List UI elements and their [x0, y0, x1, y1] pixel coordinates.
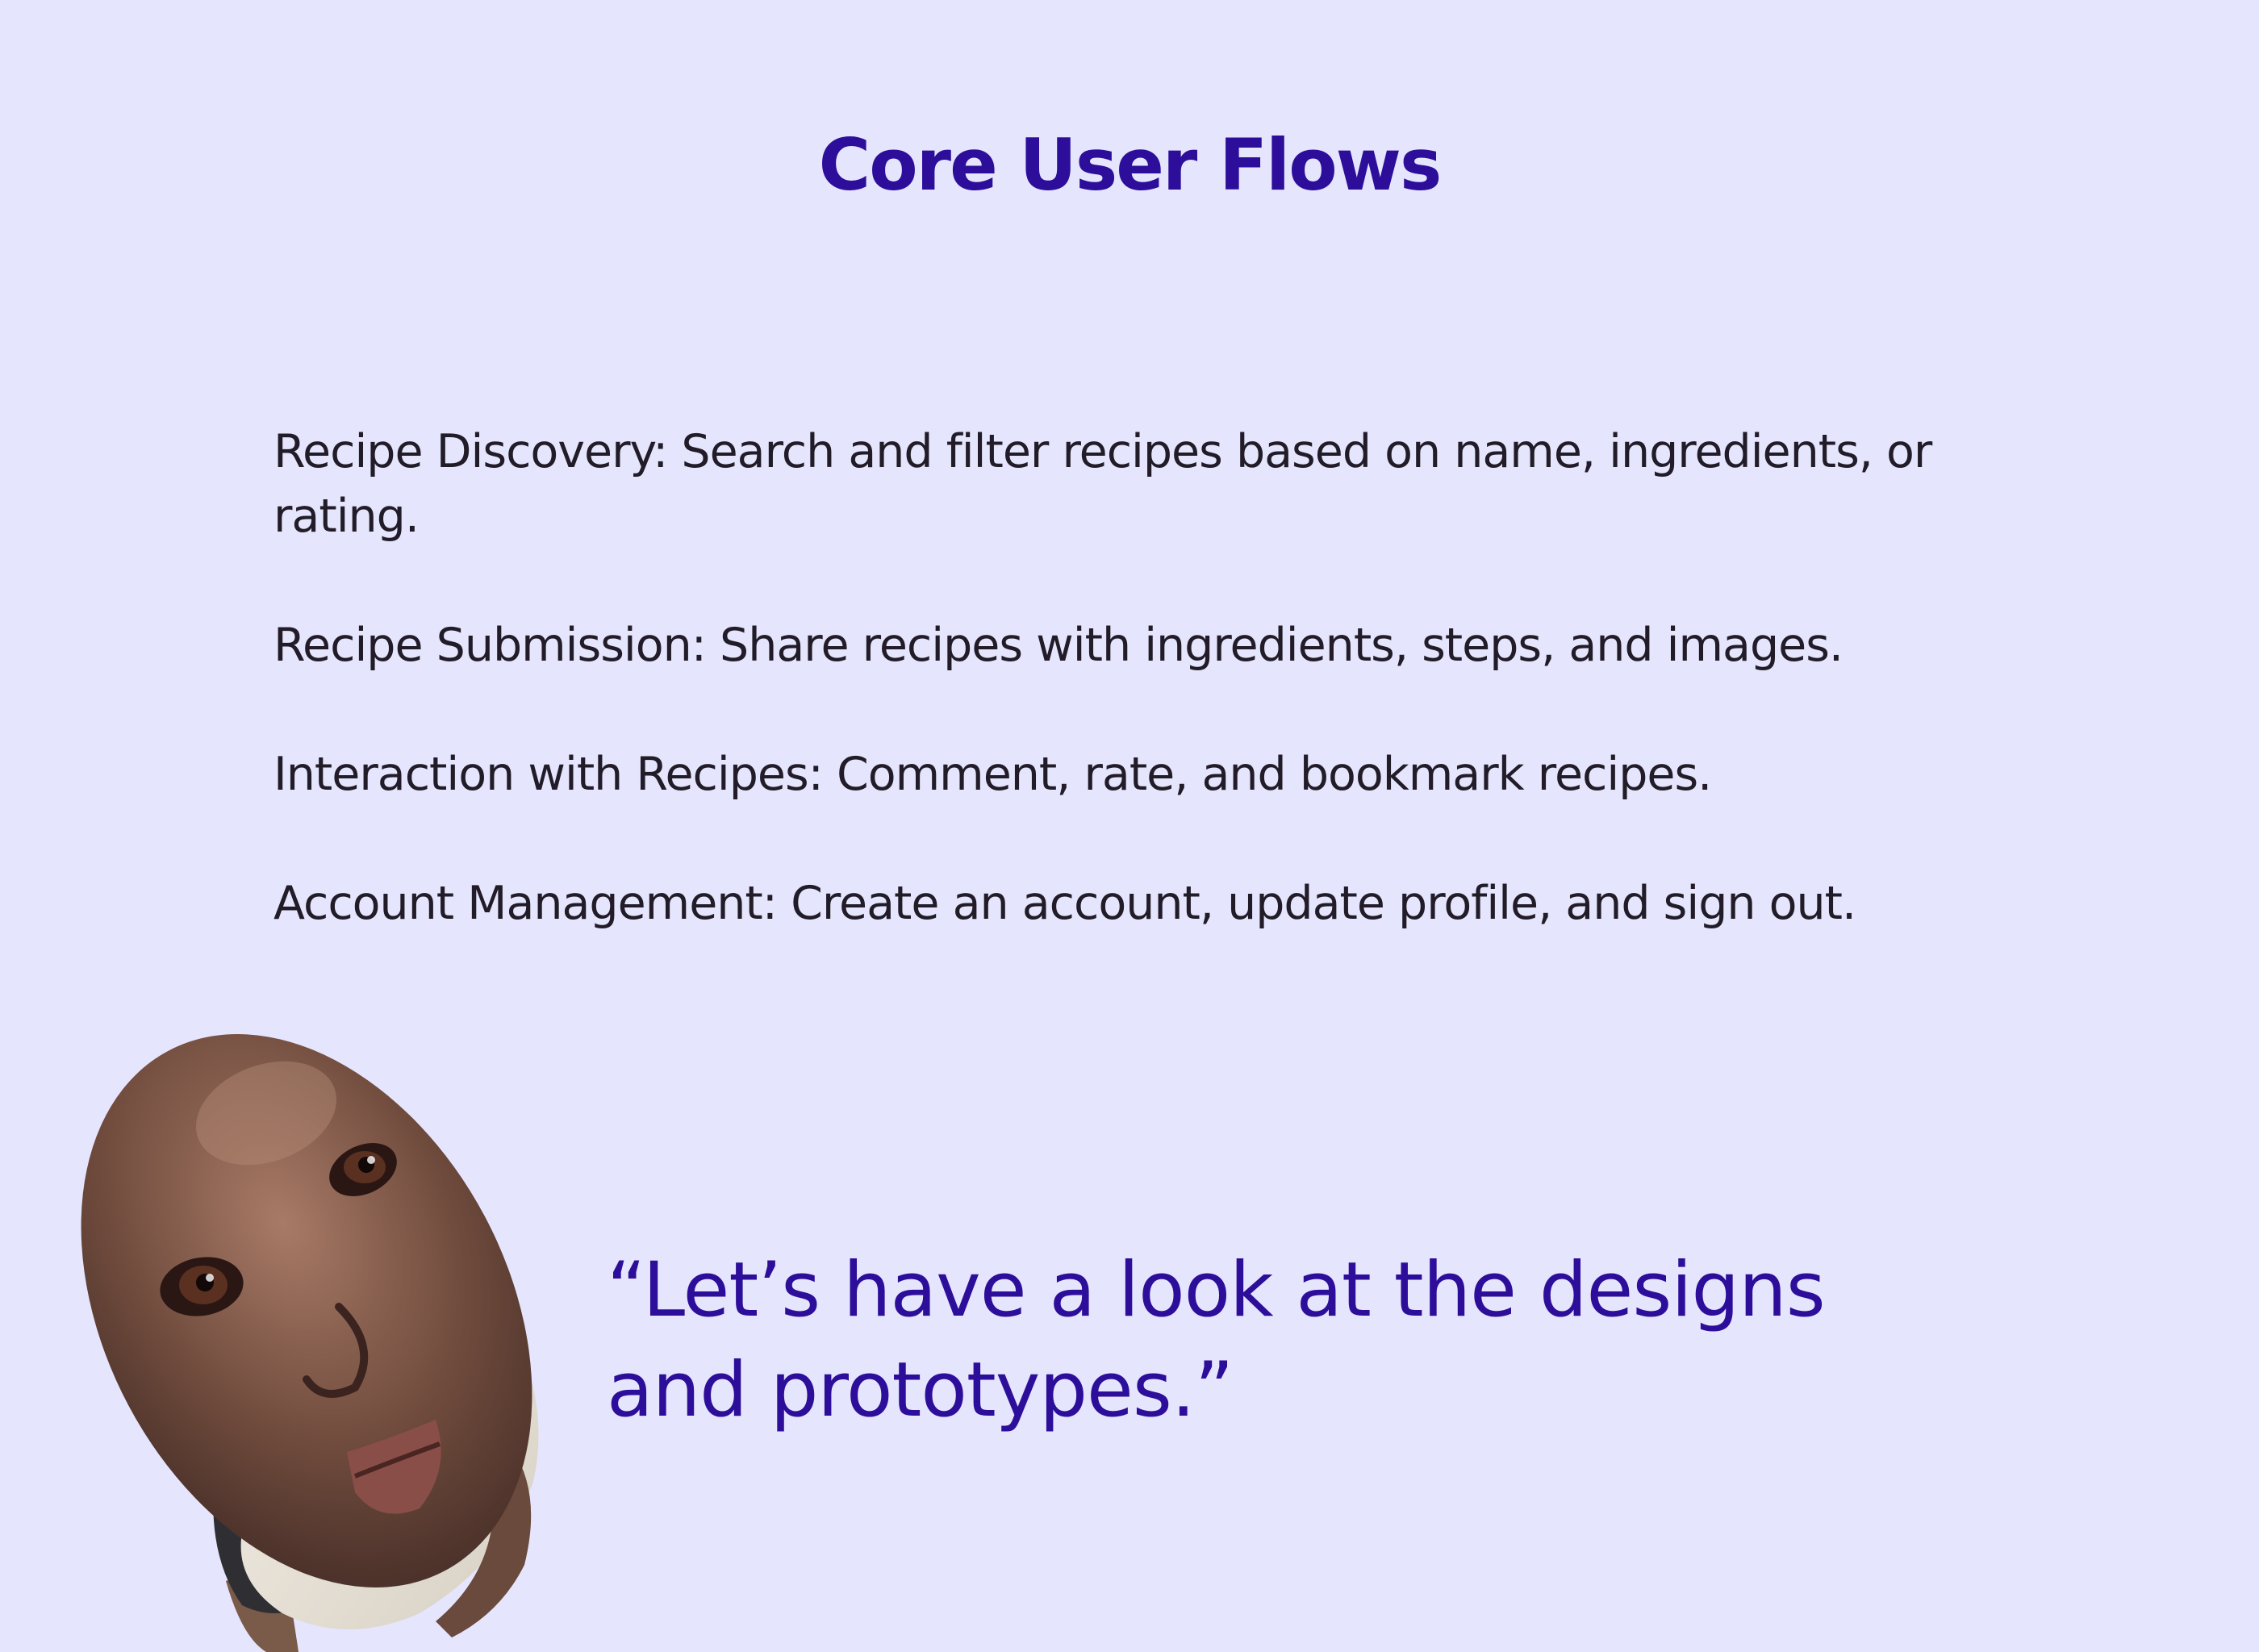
flow-item-recipe-submission: Recipe Submission: Share recipes with in… — [274, 619, 1844, 672]
user-flows-list: Recipe Discovery: Search and filter reci… — [274, 419, 2048, 936]
slide: Core User Flows Recipe Discovery: Search… — [0, 0, 2259, 1652]
closing-quote: “Let’s have a look at the designs and pr… — [607, 1246, 1826, 1434]
flow-item-account-management: Account Management: Create an account, u… — [274, 877, 1856, 930]
presenter-photo — [81, 1034, 539, 1652]
flow-item-recipe-discovery: Recipe Discovery: Search and filter reci… — [274, 425, 1932, 543]
slide-title: Core User Flows — [818, 123, 1443, 206]
flow-item-interaction-with-recipes: Interaction with Recipes: Comment, rate,… — [274, 748, 1712, 801]
